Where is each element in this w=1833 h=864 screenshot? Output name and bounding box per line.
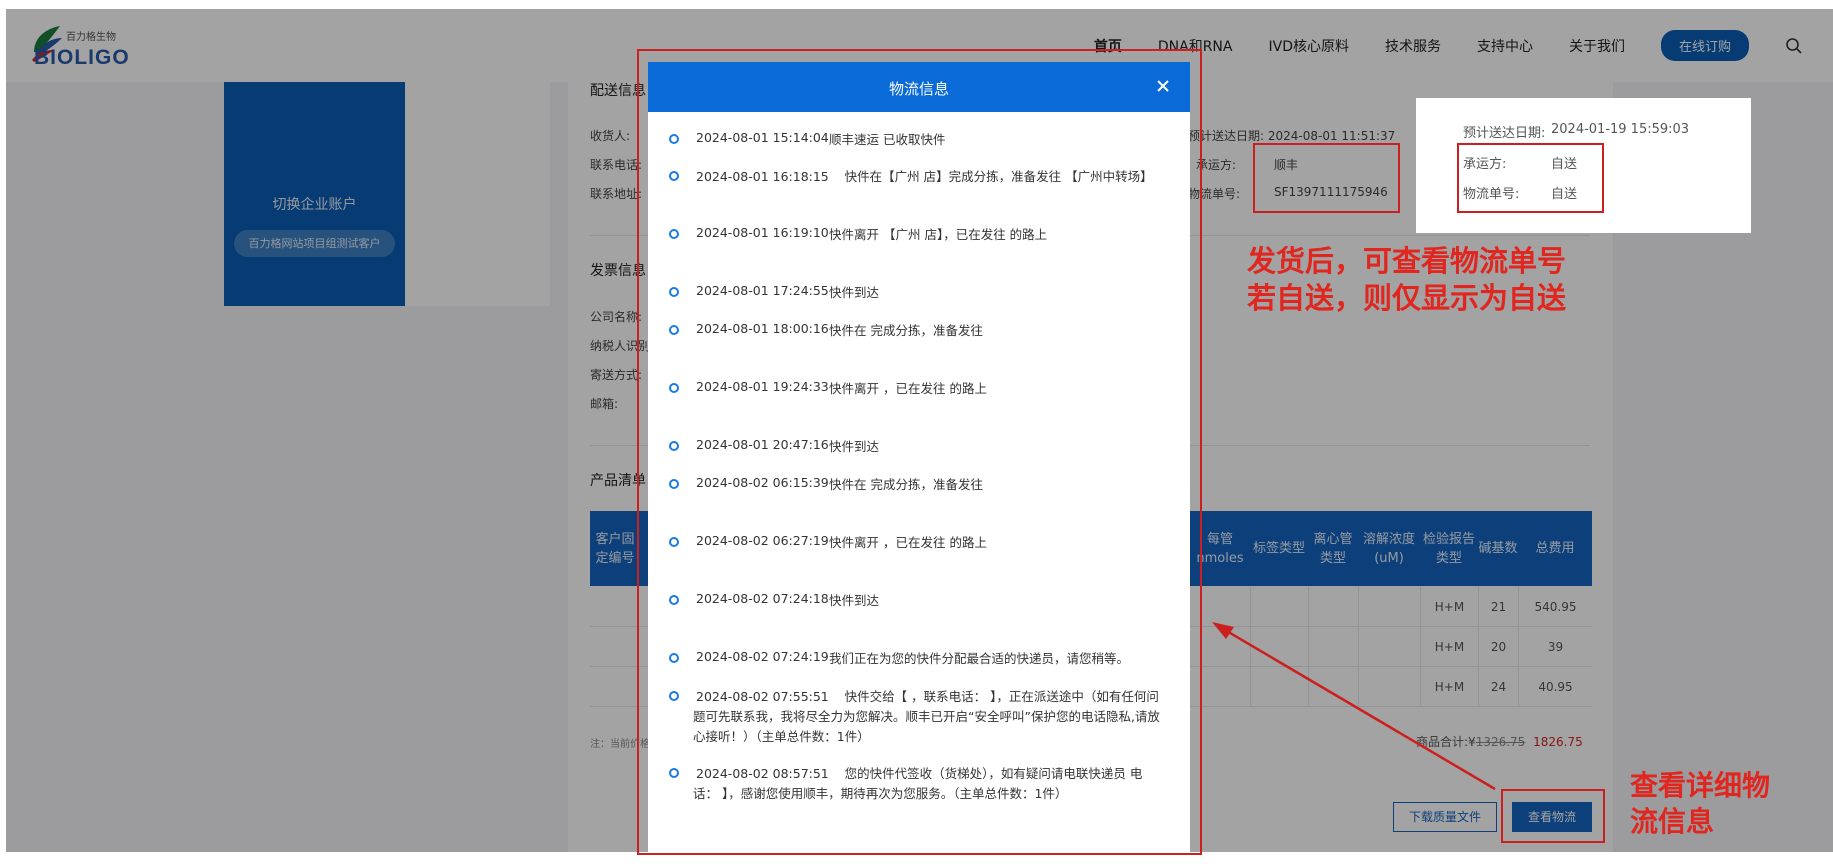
order-detail-page: 百力格生物 BIOLIGO 首页 DNA和RNA IVD核心原料 技术服务 支持… [0, 0, 1833, 864]
modal-highlight-box [637, 49, 1202, 855]
popup-eta-value: 2024-01-19 15:59:03 [1551, 122, 1690, 137]
annotation-note-line1: 发货后，可查看物流单号 [1247, 244, 1567, 278]
self-delivery-highlight-box [1457, 143, 1604, 213]
annotation-note-line2: 若自送，则仅显示为自送 [1247, 281, 1567, 315]
carrier-highlight-box [1253, 143, 1400, 213]
annotation-view-line1: 查看详细物 [1630, 769, 1771, 802]
popup-eta-label: 预计送达日期: [1463, 126, 1546, 141]
annotation-view-line2: 流信息 [1630, 805, 1715, 838]
logistics-button-highlight-box [1501, 789, 1605, 843]
